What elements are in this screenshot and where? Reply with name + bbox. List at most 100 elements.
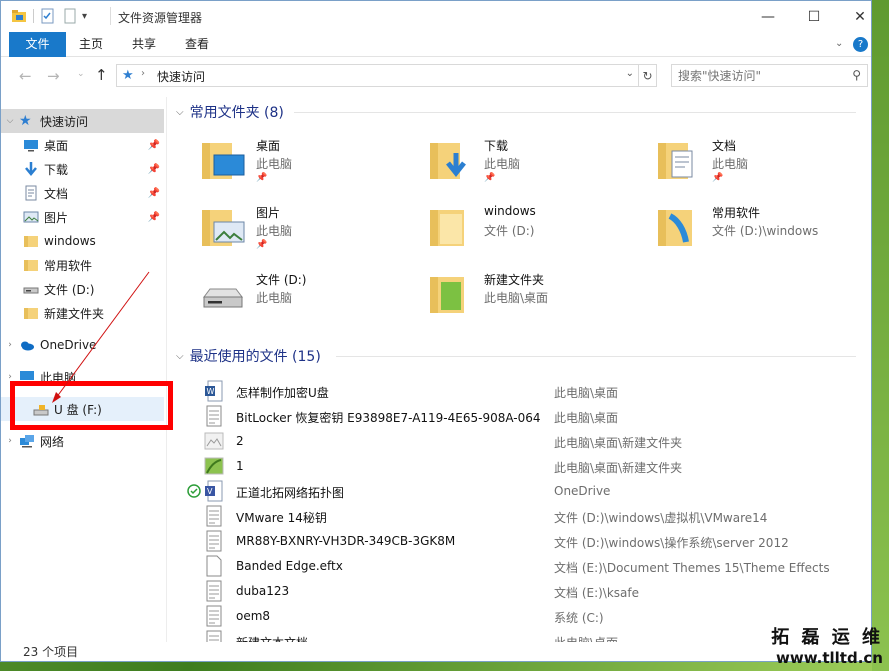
address-dropdown-chevron-icon[interactable]: ⌄ bbox=[626, 68, 634, 79]
group-divider bbox=[294, 112, 856, 113]
sidebar-item-label: 文件 (D:) bbox=[44, 282, 95, 297]
recent-locations-chevron-icon[interactable]: ⌄ bbox=[77, 69, 85, 79]
expand-ribbon-chevron-icon[interactable]: ⌄ bbox=[835, 38, 843, 49]
sidebar-item-usb-drive[interactable]: U 盘 (F:) bbox=[1, 397, 164, 421]
search-icon[interactable]: ⚲ bbox=[852, 68, 861, 82]
up-arrow-icon[interactable]: ↑ bbox=[95, 66, 108, 84]
pin-icon[interactable]: 📌 bbox=[148, 164, 160, 175]
file-name: MR88Y-BXNRY-VH3DR-349CB-3GK8M bbox=[236, 534, 456, 548]
pin-icon[interactable]: 📌 bbox=[148, 140, 160, 151]
recent-file-row[interactable]: V 正道北拓网络拓扑图 OneDrive bbox=[168, 479, 871, 504]
sidebar-item-label: 文档 bbox=[44, 186, 69, 201]
file-name: VMware 14秘钥 bbox=[236, 511, 327, 525]
frequent-folder-tile[interactable]: 图片 此电脑 📌 bbox=[200, 200, 420, 262]
star-icon: ★ bbox=[19, 113, 32, 129]
help-icon[interactable]: ? bbox=[853, 37, 868, 52]
sidebar-item-common-software[interactable]: 常用软件 bbox=[1, 253, 164, 277]
tile-location: 此电脑 bbox=[484, 157, 521, 171]
onedrive-cloud-icon bbox=[21, 341, 34, 351]
customize-toolbar-dropdown-icon[interactable]: ▾ bbox=[82, 11, 87, 22]
expand-chevron-icon[interactable]: › bbox=[1, 436, 19, 446]
pin-icon: 📌 bbox=[484, 173, 496, 183]
file-name: 1 bbox=[236, 459, 244, 473]
recent-file-row[interactable]: oem8 系统 (C:) bbox=[168, 604, 871, 629]
tile-location: 文件 (D:)\windows bbox=[712, 224, 819, 238]
sidebar-item-network[interactable]: › 网络 bbox=[1, 429, 164, 453]
tile-name: 下载 bbox=[484, 139, 509, 153]
blank-file-icon bbox=[206, 555, 222, 577]
tile-name: 图片 bbox=[256, 206, 281, 220]
sidebar-item-drive-d[interactable]: 文件 (D:) bbox=[1, 277, 164, 301]
frequent-folder-tile[interactable]: 新建文件夹 此电脑\桌面 bbox=[428, 267, 648, 329]
expand-chevron-icon[interactable]: › bbox=[1, 340, 19, 350]
file-location: 此电脑\桌面 bbox=[554, 634, 618, 642]
sidebar-item-label: 快速访问 bbox=[40, 114, 89, 129]
frequent-folder-tile[interactable]: 桌面 此电脑 📌 bbox=[200, 133, 420, 195]
file-location: 文件 (D:)\windows\虚拟机\VMware14 bbox=[554, 511, 768, 525]
tile-location: 此电脑 bbox=[256, 291, 293, 305]
search-input[interactable] bbox=[672, 65, 842, 86]
tab-view[interactable]: 查看 bbox=[177, 32, 217, 57]
search-box[interactable]: ⚲ bbox=[671, 64, 868, 87]
address-bar[interactable]: ★ › 快速访问 ⌄ bbox=[116, 64, 639, 87]
recent-file-row[interactable]: 新建文本文档 此电脑\桌面 bbox=[168, 629, 871, 642]
file-name: BitLocker 恢复密钥 E93898E7-A119-4E65-908A-0… bbox=[236, 411, 541, 425]
desktop-background-strip bbox=[872, 0, 889, 671]
svg-text:V: V bbox=[207, 487, 213, 496]
sidebar-item-quick-access[interactable]: ⌵ ★ 快速访问 bbox=[1, 109, 164, 133]
folder-icon bbox=[430, 277, 464, 313]
recent-file-row[interactable]: Banded Edge.eftx 文档 (E:)\Document Themes… bbox=[168, 554, 871, 579]
recent-files-header[interactable]: ⌵ 最近使用的文件 (15) bbox=[176, 345, 321, 367]
sidebar-item-desktop[interactable]: 桌面 📌 bbox=[1, 133, 164, 157]
recent-file-row[interactable]: W 怎样制作加密U盘 此电脑\桌面 bbox=[168, 379, 871, 404]
close-button[interactable]: ✕ bbox=[837, 1, 871, 32]
recent-file-row[interactable]: duba123 文档 (E:)\ksafe bbox=[168, 579, 871, 604]
refresh-button[interactable]: ↻ bbox=[639, 64, 657, 87]
back-arrow-icon[interactable]: ← bbox=[19, 67, 32, 85]
minimize-button[interactable]: — bbox=[745, 1, 791, 32]
document-icon bbox=[25, 185, 37, 201]
frequent-folder-tile[interactable]: 下载 此电脑 📌 bbox=[428, 133, 648, 195]
breadcrumb-quick-access[interactable]: 快速访问 bbox=[157, 68, 205, 85]
recent-file-row[interactable]: 1 此电脑\桌面\新建文件夹 bbox=[168, 454, 871, 479]
properties-icon[interactable] bbox=[40, 8, 56, 24]
frequent-folder-tile[interactable]: 文档 此电脑 📌 bbox=[656, 133, 871, 195]
watermark-url: www.tlltd.cn bbox=[776, 649, 883, 667]
collapse-chevron-icon[interactable]: ⌵ bbox=[176, 351, 184, 362]
pin-icon[interactable]: 📌 bbox=[148, 212, 160, 223]
text-file-icon bbox=[206, 405, 222, 427]
frequent-folder-tile[interactable]: windows 文件 (D:) bbox=[428, 200, 648, 262]
tab-file[interactable]: 文件 bbox=[9, 32, 66, 57]
sidebar-item-documents[interactable]: 文档 📌 bbox=[1, 181, 164, 205]
window-title: 文件资源管理器 bbox=[118, 11, 203, 25]
tab-share[interactable]: 共享 bbox=[124, 32, 164, 57]
recent-file-row[interactable]: BitLocker 恢复密钥 E93898E7-A119-4E65-908A-0… bbox=[168, 404, 871, 429]
sidebar-item-onedrive[interactable]: › OneDrive bbox=[1, 333, 164, 357]
recent-file-row[interactable]: MR88Y-BXNRY-VH3DR-349CB-3GK8M 文件 (D:)\wi… bbox=[168, 529, 871, 554]
file-name: 怎样制作加密U盘 bbox=[236, 386, 329, 400]
expand-chevron-icon[interactable]: ⌵ bbox=[1, 116, 19, 126]
frequent-folder-tile[interactable]: 文件 (D:) 此电脑 bbox=[200, 267, 420, 329]
breadcrumb-separator-icon[interactable]: › bbox=[141, 68, 145, 79]
expand-chevron-icon[interactable]: › bbox=[1, 372, 19, 382]
tab-home[interactable]: 主页 bbox=[71, 32, 111, 57]
pin-icon[interactable]: 📌 bbox=[148, 188, 160, 199]
sidebar-item-pictures[interactable]: 图片 📌 bbox=[1, 205, 164, 229]
sidebar-item-label: 图片 bbox=[44, 210, 69, 225]
computer-icon bbox=[20, 371, 34, 383]
sidebar-item-windows[interactable]: windows bbox=[1, 229, 164, 253]
forward-arrow-icon[interactable]: → bbox=[47, 67, 60, 85]
sidebar-item-downloads[interactable]: 下载 📌 bbox=[1, 157, 164, 181]
sidebar-item-this-pc[interactable]: › 此电脑 bbox=[1, 365, 164, 389]
sidebar-item-new-folder[interactable]: 新建文件夹 bbox=[1, 301, 164, 325]
frequent-folders-header[interactable]: ⌵ 常用文件夹 (8) bbox=[176, 101, 284, 123]
recent-file-row[interactable]: 2 此电脑\桌面\新建文件夹 bbox=[168, 429, 871, 454]
collapse-chevron-icon[interactable]: ⌵ bbox=[176, 107, 184, 118]
pin-icon: 📌 bbox=[256, 240, 268, 250]
group-title: 最近使用的文件 (15) bbox=[189, 349, 321, 365]
frequent-folder-tile[interactable]: 常用软件 文件 (D:)\windows bbox=[656, 200, 871, 262]
new-folder-icon[interactable] bbox=[62, 8, 78, 24]
file-name: duba123 bbox=[236, 584, 290, 598]
maximize-button[interactable]: ☐ bbox=[791, 1, 837, 32]
recent-file-row[interactable]: VMware 14秘钥 文件 (D:)\windows\虚拟机\VMware14 bbox=[168, 504, 871, 529]
